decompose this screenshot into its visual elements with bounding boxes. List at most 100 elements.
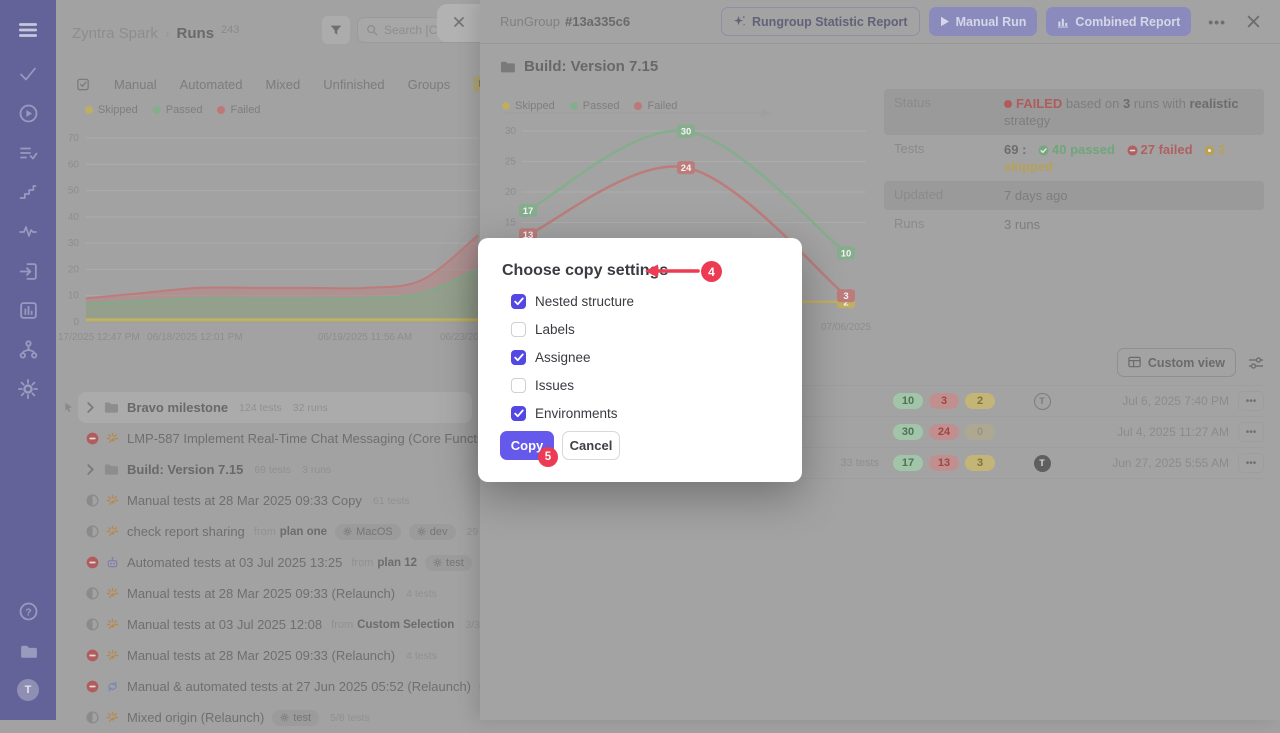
folder-icon bbox=[500, 60, 516, 74]
run-row[interactable]: Automated tests at 03 Jul 2025 13:25 fro… bbox=[56, 547, 480, 578]
from-label: from bbox=[254, 526, 276, 538]
svg-text:15: 15 bbox=[505, 218, 517, 229]
folder-icon bbox=[104, 401, 119, 414]
status-failed-icon bbox=[86, 556, 99, 569]
manual-run-icon bbox=[106, 618, 119, 631]
option-nested-structure[interactable]: Nested structure bbox=[502, 287, 634, 315]
close-panel-button[interactable] bbox=[1243, 11, 1264, 32]
activity-icon[interactable] bbox=[16, 219, 40, 243]
run-meta-tests: 4 tests bbox=[406, 588, 437, 600]
failed-pill: 13 bbox=[929, 455, 959, 471]
docs-folder-icon[interactable] bbox=[16, 639, 40, 663]
from-plan[interactable]: plan 12 bbox=[377, 557, 417, 569]
manual-run-button[interactable]: Manual Run bbox=[929, 7, 1038, 36]
passed-pill: 30 bbox=[893, 424, 923, 440]
manual-run-icon bbox=[106, 711, 119, 724]
steps-icon[interactable] bbox=[16, 180, 40, 204]
breadcrumb-section[interactable]: Runs bbox=[177, 25, 215, 42]
tab-groups[interactable]: Groups bbox=[408, 77, 451, 92]
svg-text:50: 50 bbox=[68, 186, 80, 197]
list-check-icon[interactable] bbox=[16, 141, 40, 165]
legend-failed: Failed bbox=[217, 104, 260, 116]
gear-icon bbox=[343, 527, 352, 536]
run-row[interactable]: Mixed origin (Relaunch) test 5/8 tests bbox=[56, 702, 480, 733]
filters-sliders-icon[interactable] bbox=[1248, 356, 1264, 370]
menu-icon[interactable] bbox=[16, 18, 40, 42]
select-all-icon[interactable] bbox=[76, 77, 91, 92]
play-circle-icon[interactable] bbox=[16, 101, 40, 125]
option-assignee[interactable]: Assignee bbox=[502, 343, 591, 371]
checkbox[interactable] bbox=[511, 406, 526, 421]
funnel-icon bbox=[329, 23, 343, 37]
option-environments[interactable]: Environments bbox=[502, 399, 618, 427]
option-label: Environments bbox=[535, 406, 618, 421]
manual-run-icon bbox=[106, 494, 119, 507]
option-labels[interactable]: Labels bbox=[502, 315, 575, 343]
svg-text:25: 25 bbox=[505, 157, 517, 168]
tab-automated[interactable]: Automated bbox=[180, 77, 243, 92]
info-row-updated: Updated 7 days ago bbox=[884, 181, 1264, 210]
bar-chart-icon bbox=[1057, 16, 1069, 28]
from-plan[interactable]: plan one bbox=[280, 526, 327, 538]
chevron-right-icon[interactable] bbox=[86, 464, 95, 475]
settings-gear-icon[interactable] bbox=[16, 377, 40, 401]
checkbox[interactable] bbox=[511, 322, 526, 337]
run-row[interactable]: Manual tests at 28 Mar 2025 09:33 (Relau… bbox=[56, 578, 480, 609]
run-group-row[interactable]: Bravo milestone 124 tests 32 runs bbox=[78, 392, 472, 423]
run-row[interactable]: check report sharing from plan one MacOS… bbox=[56, 516, 480, 547]
row-more-button[interactable]: ••• bbox=[1238, 453, 1264, 473]
svg-text:24: 24 bbox=[681, 163, 692, 174]
from-plan[interactable]: Custom Selection bbox=[357, 619, 454, 631]
list-toolbar: Custom view bbox=[1117, 348, 1264, 377]
run-group-title: Build: Version 7.15 bbox=[127, 462, 243, 477]
run-row[interactable]: Manual tests at 28 Mar 2025 09:33 (Relau… bbox=[56, 640, 480, 671]
row-more-button[interactable]: ••• bbox=[1238, 391, 1264, 411]
tab-unfinished[interactable]: Unfinished bbox=[323, 77, 384, 92]
cancel-button[interactable]: Cancel bbox=[562, 431, 620, 460]
tab-mixed[interactable]: Mixed bbox=[266, 77, 301, 92]
run-date: Jun 27, 2025 5:55 AM bbox=[1079, 456, 1229, 470]
check-icon[interactable] bbox=[16, 62, 40, 86]
from-label: from bbox=[331, 619, 353, 631]
option-issues[interactable]: Issues bbox=[502, 371, 574, 399]
run-title: Manual tests at 28 Mar 2025 09:33 (Relau… bbox=[127, 648, 395, 663]
run-group-row[interactable]: Build: Version 7.15 69 tests 3 runs bbox=[56, 454, 480, 485]
run-row[interactable]: Manual tests at 03 Jul 2025 12:08 from C… bbox=[56, 609, 480, 640]
report-icon[interactable] bbox=[16, 298, 40, 322]
run-row[interactable]: Manual & automated tests at 27 Jun 2025 … bbox=[56, 671, 480, 702]
checkbox[interactable] bbox=[511, 378, 526, 393]
failed-pill: 24 bbox=[929, 424, 959, 440]
svg-text:06/23/202: 06/23/202 bbox=[440, 332, 480, 343]
close-icon[interactable] bbox=[453, 16, 465, 28]
search-icon bbox=[366, 24, 378, 36]
run-row[interactable]: LMP-587 Implement Real-Time Chat Messagi… bbox=[56, 423, 480, 454]
run-title: Manual & automated tests at 27 Jun 2025 … bbox=[127, 679, 471, 694]
option-label: Issues bbox=[535, 378, 574, 393]
checkbox[interactable] bbox=[511, 294, 526, 309]
run-date: Jul 4, 2025 11:27 AM bbox=[1079, 425, 1229, 439]
assignee-avatar[interactable]: T bbox=[1034, 455, 1051, 472]
run-title: LMP-587 Implement Real-Time Chat Messagi… bbox=[127, 431, 480, 446]
breadcrumb-project[interactable]: Zyntra Spark bbox=[72, 25, 158, 42]
svg-text:17: 17 bbox=[523, 206, 534, 217]
more-options-button[interactable]: ••• bbox=[1200, 14, 1234, 30]
assignee-avatar[interactable]: T bbox=[1034, 393, 1051, 410]
help-icon[interactable]: ? bbox=[16, 599, 40, 623]
run-meta-tests: 5/8 tests bbox=[330, 712, 370, 724]
tab-manual[interactable]: Manual bbox=[114, 77, 157, 92]
chevron-right-icon[interactable] bbox=[86, 402, 95, 413]
run-row[interactable]: Manual tests at 28 Mar 2025 09:33 Copy 6… bbox=[56, 485, 480, 516]
branch-icon[interactable] bbox=[16, 337, 40, 361]
import-icon[interactable] bbox=[16, 259, 40, 283]
run-meta-runs: 3 runs bbox=[302, 464, 331, 476]
custom-view-button[interactable]: Custom view bbox=[1117, 348, 1236, 377]
runs-count-badge: 243 bbox=[221, 24, 239, 36]
user-avatar[interactable]: T bbox=[16, 678, 40, 702]
combined-report-button[interactable]: Combined Report bbox=[1046, 7, 1191, 36]
mixed-run-icon bbox=[106, 680, 119, 693]
statistic-report-button[interactable]: Rungroup Statistic Report bbox=[721, 7, 920, 36]
row-more-button[interactable]: ••• bbox=[1238, 422, 1264, 442]
manual-run-icon bbox=[106, 432, 119, 445]
checkbox[interactable] bbox=[511, 350, 526, 365]
filter-button[interactable] bbox=[322, 16, 350, 44]
